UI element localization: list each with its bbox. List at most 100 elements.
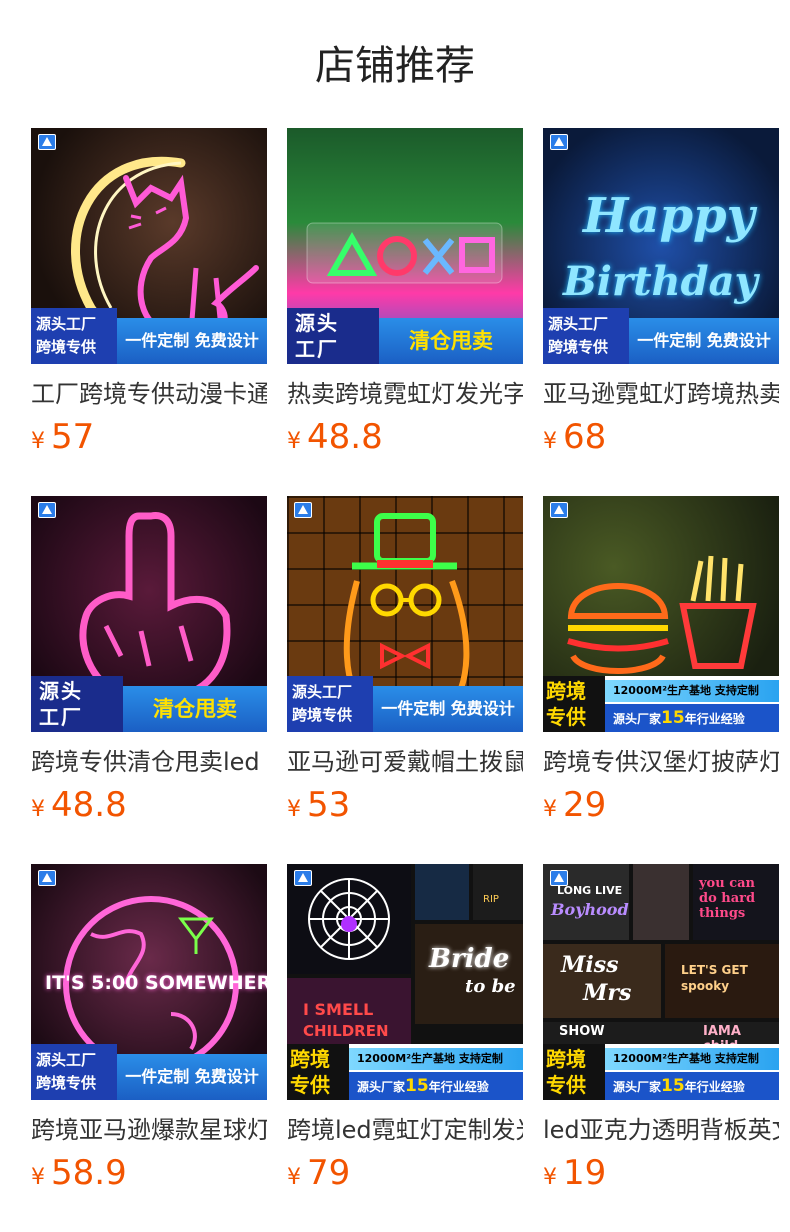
banner-text: 工厂 xyxy=(39,705,83,729)
product-card[interactable]: 源头 工厂 清仓甩卖 热卖跨境霓虹灯发光字 ¥48.8 xyxy=(287,128,523,457)
product-image[interactable]: RIP Bride to be I SMELL CHILDREN 跨境 专供 12… xyxy=(287,864,523,1100)
product-name[interactable]: 热卖跨境霓虹灯发光字 xyxy=(287,376,523,412)
product-name[interactable]: 跨境专供汉堡灯披萨灯 xyxy=(543,744,779,780)
banner-text: 跨境专供 xyxy=(292,706,353,724)
promo-banner: 跨境 专供 12000M²生产基地 支持定制 源头厂家15年行业经验 xyxy=(543,1044,779,1100)
product-image[interactable]: 源头 工厂 清仓甩卖 xyxy=(31,496,267,732)
brand-logo-icon xyxy=(550,134,568,150)
product-row: 源头工厂跨境专供 一件定制 免费设计 工厂跨境专供动漫卡通 ¥57 源头工厂 xyxy=(31,128,779,458)
banner-text: 一件定制 免费设计 xyxy=(629,318,779,364)
banner-text: 源头工厂 xyxy=(36,1051,97,1069)
neon-text: to be xyxy=(465,976,516,997)
banner-text: 专供 xyxy=(290,1073,330,1097)
neon-text: you can do hard things xyxy=(699,876,756,921)
promo-banner: 跨境 专供 12000M²生产基地 支持定制 源头厂家15年行业经验 xyxy=(543,676,779,732)
product-card[interactable]: IT'S 5:00 SOMEWHERE 源头工厂 跨境专供 一件定制 免费设计 跨… xyxy=(31,864,267,1193)
currency-symbol: ¥ xyxy=(287,1165,301,1190)
product-card[interactable]: Happy Birthday 源头工厂 跨境专供 一件定制 免费设计 亚马逊霓虹灯… xyxy=(543,128,779,457)
promo-banner: 源头工厂跨境专供 一件定制 免费设计 xyxy=(543,308,779,364)
currency-symbol: ¥ xyxy=(543,1165,557,1190)
product-image[interactable]: 跨境 专供 12000M²生产基地 支持定制 源头厂家15年行业经验 xyxy=(543,496,779,732)
banner-text: 工厂 xyxy=(295,337,339,361)
banner-text: 源头 xyxy=(39,679,83,703)
banner-text: 源头厂家15年行业经验 xyxy=(349,1072,523,1100)
banner-text: 清仓甩卖 xyxy=(123,686,267,732)
banner-text: 专供 xyxy=(546,705,586,729)
product-image[interactable]: 源头工厂跨境专供 一件定制 免费设计 xyxy=(287,496,523,732)
price-value: 19 xyxy=(563,1153,607,1193)
banner-text: 12000M²生产基地 支持定制 xyxy=(605,1048,779,1070)
banner-text: 跨境 xyxy=(546,1047,586,1071)
collage-tile: LET'S GET spooky xyxy=(665,944,779,1018)
product-name[interactable]: 亚马逊可爱戴帽土拨鼠 xyxy=(287,744,523,780)
product-price: ¥48.8 xyxy=(31,784,127,826)
product-image[interactable]: Happy Birthday 源头工厂 跨境专供 一件定制 免费设计 xyxy=(543,128,779,364)
price-value: 48.8 xyxy=(307,417,383,457)
price-value: 29 xyxy=(563,785,607,825)
price-value: 48.8 xyxy=(51,785,127,825)
product-row: 源头 工厂 清仓甩卖 跨境专供清仓甩卖led ¥48.8 源头工厂 跨境专供 一… xyxy=(31,496,779,826)
promo-banner: 源头 工厂 清仓甩卖 xyxy=(287,308,523,364)
product-card[interactable]: LONG LIVE Boyhood you can do hard things… xyxy=(543,864,779,1193)
banner-text: 一件定制 免费设计 xyxy=(373,686,523,732)
neon-text: Miss xyxy=(561,952,619,978)
banner-text: 源头厂家15年行业经验 xyxy=(605,1072,779,1100)
product-card[interactable]: 源头工厂 跨境专供 一件定制 免费设计 亚马逊可爱戴帽土拨鼠 ¥53 xyxy=(287,496,523,825)
banner-text: 跨境专供 xyxy=(36,338,97,356)
banner-text: 清仓甩卖 xyxy=(379,318,523,364)
price-value: 68 xyxy=(563,417,607,457)
product-name[interactable]: 跨境led霓虹灯定制发光 xyxy=(287,1112,523,1148)
banner-text: 源头工厂 xyxy=(292,683,353,701)
product-price: ¥57 xyxy=(31,416,94,458)
currency-symbol: ¥ xyxy=(31,429,45,454)
product-name[interactable]: 工厂跨境专供动漫卡通 xyxy=(31,376,267,412)
brand-logo-icon xyxy=(38,870,56,886)
product-image[interactable]: IT'S 5:00 SOMEWHERE 源头工厂 跨境专供 一件定制 免费设计 xyxy=(31,864,267,1100)
currency-symbol: ¥ xyxy=(543,797,557,822)
product-price: ¥48.8 xyxy=(287,416,383,458)
banner-text: 一件定制 免费设计 xyxy=(117,318,267,364)
banner-text: 跨境 xyxy=(290,1047,330,1071)
product-name[interactable]: led亚克力透明背板英文 xyxy=(543,1112,779,1148)
banner-text: 跨境 xyxy=(546,679,586,703)
banner-text: 年行业经验 xyxy=(684,1080,745,1094)
product-name[interactable]: 亚马逊霓虹灯跨境热卖 xyxy=(543,376,779,412)
product-image[interactable]: LONG LIVE Boyhood you can do hard things… xyxy=(543,864,779,1100)
banner-text: 源头厂家 xyxy=(357,1080,406,1094)
product-image[interactable]: 源头 工厂 清仓甩卖 xyxy=(287,128,523,364)
neon-text: Mrs xyxy=(583,980,632,1006)
banner-text: 跨境专供 xyxy=(36,1074,97,1092)
product-card[interactable]: 跨境 专供 12000M²生产基地 支持定制 源头厂家15年行业经验 跨境专供汉堡… xyxy=(543,496,779,825)
product-image[interactable]: 源头工厂跨境专供 一件定制 免费设计 xyxy=(31,128,267,364)
banner-text: 源头厂家 xyxy=(613,1080,662,1094)
banner-text: 源头工厂 xyxy=(548,315,609,333)
brand-logo-icon xyxy=(550,870,568,886)
currency-symbol: ¥ xyxy=(543,429,557,454)
promo-banner: 源头工厂跨境专供 一件定制 免费设计 xyxy=(287,676,523,732)
banner-text: 专供 xyxy=(546,1073,586,1097)
promo-banner: 源头工厂 跨境专供 一件定制 免费设计 xyxy=(31,1044,267,1100)
currency-symbol: ¥ xyxy=(31,797,45,822)
neon-text: Bride xyxy=(429,944,510,974)
banner-text: 源头工厂 xyxy=(36,315,97,333)
price-value: 57 xyxy=(51,417,95,457)
product-card[interactable]: 源头工厂跨境专供 一件定制 免费设计 工厂跨境专供动漫卡通 ¥57 xyxy=(31,128,267,457)
product-price: ¥29 xyxy=(543,784,606,826)
promo-banner: 源头工厂跨境专供 一件定制 免费设计 xyxy=(31,308,267,364)
product-price: ¥79 xyxy=(287,1152,350,1194)
banner-text: 跨境专供 xyxy=(548,338,609,356)
currency-symbol: ¥ xyxy=(31,1165,45,1190)
banner-text: 12000M²生产基地 支持定制 xyxy=(349,1048,523,1070)
banner-highlight: 15 xyxy=(661,1076,685,1096)
neon-text: Happy xyxy=(583,188,755,244)
banner-highlight: 15 xyxy=(661,708,685,728)
product-card[interactable]: 源头 工厂 清仓甩卖 跨境专供清仓甩卖led ¥48.8 xyxy=(31,496,267,825)
price-value: 53 xyxy=(307,785,351,825)
price-value: 58.9 xyxy=(51,1153,127,1193)
product-name[interactable]: 跨境专供清仓甩卖led xyxy=(31,744,267,780)
product-name[interactable]: 跨境亚马逊爆款星球灯 xyxy=(31,1112,267,1148)
product-card[interactable]: RIP Bride to be I SMELL CHILDREN 跨境 专供 12… xyxy=(287,864,523,1193)
neon-text: LET'S GET spooky xyxy=(681,963,748,993)
banner-text: 源头厂家 xyxy=(613,712,662,726)
currency-symbol: ¥ xyxy=(287,429,301,454)
